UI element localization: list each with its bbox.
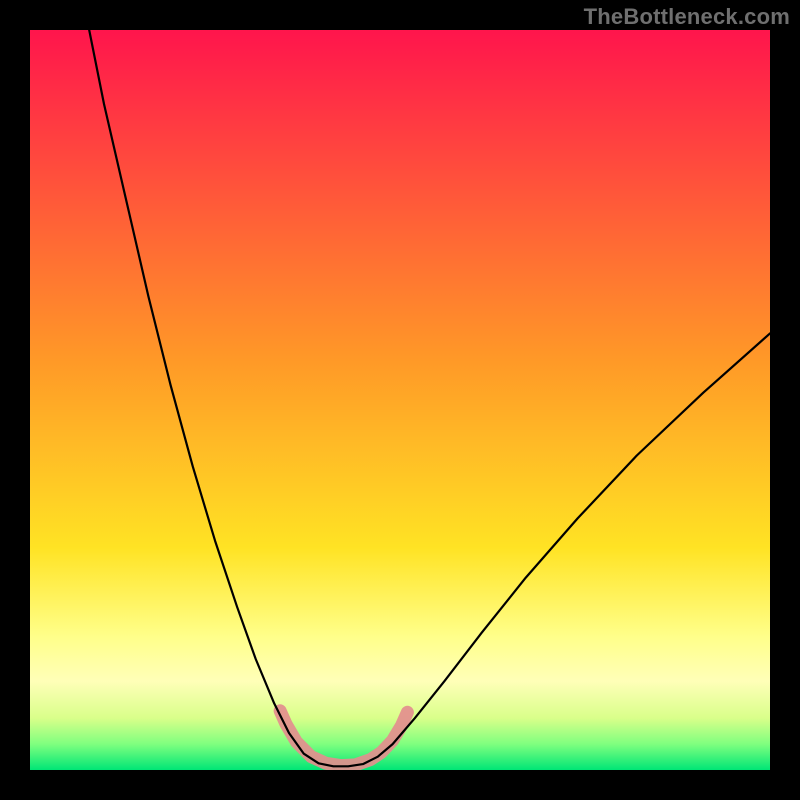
bottleneck-chart xyxy=(30,30,770,770)
chart-frame: TheBottleneck.com xyxy=(0,0,800,800)
watermark-text: TheBottleneck.com xyxy=(584,4,790,30)
plot-background xyxy=(30,30,770,770)
